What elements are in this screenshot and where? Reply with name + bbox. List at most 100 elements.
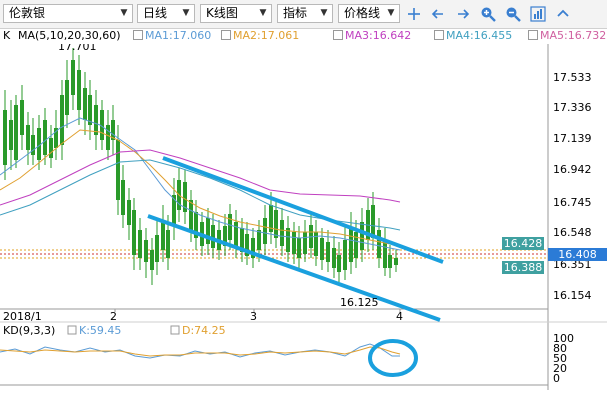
ma2-value: MA2:17.061 xyxy=(233,29,300,42)
ma3-legend[interactable]: MA3:16.642 xyxy=(333,28,411,44)
kd-highlight-circle xyxy=(368,339,418,377)
checkbox-icon xyxy=(221,30,231,40)
candle-body xyxy=(77,70,81,110)
ma1-legend[interactable]: MA1:17.060 xyxy=(133,28,211,44)
chevron-down-icon: ▼ xyxy=(120,8,128,18)
candle-body xyxy=(354,232,358,258)
candle-body xyxy=(314,232,318,256)
checkbox-icon[interactable] xyxy=(170,325,180,335)
candle-body xyxy=(280,220,284,246)
checkbox-icon xyxy=(434,30,444,40)
chevron-down-icon: ▼ xyxy=(182,8,190,18)
ma-legend: K MA(5,10,20,30,60) MA1:17.060 MA2:17.06… xyxy=(0,28,607,44)
crosshair-icon[interactable] xyxy=(405,5,423,23)
checkbox-icon xyxy=(528,30,538,40)
candle-body xyxy=(155,235,159,262)
candle-body xyxy=(132,210,136,255)
price-axis: 17.533 17.336 17.139 16.942 16.745 16.54… xyxy=(553,71,592,302)
date-axis-label: 2 xyxy=(110,310,117,323)
candle-body xyxy=(377,230,381,258)
candle-body xyxy=(65,80,69,115)
checkbox-icon[interactable] xyxy=(67,325,77,335)
ma4-legend[interactable]: MA4:16.455 xyxy=(434,28,512,44)
candles-group xyxy=(3,48,398,285)
candle-body xyxy=(94,105,98,135)
kd-label: KD(9,3,3) xyxy=(3,324,55,337)
zoom-in-icon[interactable] xyxy=(479,5,497,23)
candle-body xyxy=(371,205,375,238)
candle-body xyxy=(326,242,330,262)
ma4-value: MA4:16.455 xyxy=(446,29,513,42)
candle-body xyxy=(31,135,35,155)
candlestick-chart[interactable]: 17.701 16.125 17.533 17.336 17.139 16.94… xyxy=(0,44,607,402)
symbol-select[interactable]: 伦敦银 ▼ xyxy=(3,4,133,23)
candle-body xyxy=(349,228,353,262)
indicator-select[interactable]: 指标 ▼ xyxy=(277,4,333,23)
price-tag-upper: 16.428 xyxy=(502,237,544,250)
toolbar: 伦敦银 ▼ 日线 ▼ K线图 ▼ 指标 ▼ 价格线 ▼ xyxy=(0,0,607,29)
kd-d-value: D:74.25 xyxy=(182,324,226,337)
price-axis-label: 17.533 xyxy=(553,71,592,84)
candle-body xyxy=(189,200,193,230)
price-axis-label: 16.154 xyxy=(553,289,592,302)
candle-body xyxy=(121,180,125,215)
candle-body xyxy=(383,240,387,268)
candle-body xyxy=(161,222,165,250)
candle-body xyxy=(332,248,336,268)
indicator-select-value: 指标 xyxy=(283,6,308,20)
candle-body xyxy=(9,120,13,150)
candle-body xyxy=(228,214,232,240)
candle-body xyxy=(211,225,215,248)
ma3-value: MA3:16.642 xyxy=(345,29,412,42)
candle-body xyxy=(337,255,341,272)
line-type-select[interactable]: 价格线 ▼ xyxy=(338,4,400,23)
period-select[interactable]: 日线 ▼ xyxy=(137,4,195,23)
price-axis-label: 17.139 xyxy=(553,132,592,145)
candle-body xyxy=(83,88,87,120)
line-type-select-value: 价格线 xyxy=(344,6,381,20)
candle-body xyxy=(343,240,347,270)
price-tag-current: 16.408 xyxy=(548,248,607,261)
ma1-value: MA1:17.060 xyxy=(145,29,212,42)
candle-body xyxy=(297,238,301,258)
price-axis-label: 16.942 xyxy=(553,163,592,176)
ma2-legend[interactable]: MA2:17.061 xyxy=(221,28,299,44)
candle-body xyxy=(320,238,324,260)
chart-mode-label: K xyxy=(3,29,11,42)
candle-body xyxy=(394,258,398,265)
ma5-legend[interactable]: MA5:16.732 xyxy=(528,28,606,44)
arrow-left-icon[interactable] xyxy=(429,5,447,23)
ma3-line xyxy=(0,149,401,206)
candle-body xyxy=(49,138,53,158)
price-axis-label: 16.745 xyxy=(553,196,592,209)
candle-body xyxy=(263,218,267,244)
candle-body xyxy=(360,222,364,250)
price-tag-lower-text: 16.388 xyxy=(503,261,543,274)
candle-body xyxy=(127,200,131,225)
chevron-down-icon: ▼ xyxy=(259,8,267,18)
candle-body xyxy=(43,120,47,155)
candle-body xyxy=(286,228,290,252)
symbol-select-value: 伦敦银 xyxy=(9,6,46,20)
chevron-down-icon: ▼ xyxy=(387,8,395,18)
candle-body xyxy=(303,232,307,254)
candle-body xyxy=(166,230,170,258)
candle-body xyxy=(138,230,142,258)
period-select-value: 日线 xyxy=(143,6,168,20)
price-tag-lower: 16.388 xyxy=(502,261,544,274)
kd-k-value: K:59.45 xyxy=(79,324,121,337)
collapse-icon[interactable] xyxy=(554,5,572,23)
candle-body xyxy=(71,60,75,95)
candle-body xyxy=(206,218,210,244)
candle-body xyxy=(116,140,120,200)
low-annotation: 16.125 xyxy=(340,296,379,309)
chart-type-select[interactable]: K线图 ▼ xyxy=(200,4,272,23)
candle-body xyxy=(388,255,392,268)
price-axis-label: 16.548 xyxy=(553,226,592,239)
arrow-right-icon[interactable] xyxy=(454,5,472,23)
candle-body xyxy=(150,250,154,270)
zoom-out-icon[interactable] xyxy=(504,5,522,23)
candle-body xyxy=(3,110,7,165)
date-axis-start: 2018/1 xyxy=(3,310,42,323)
bar-chart-icon[interactable] xyxy=(529,5,547,23)
